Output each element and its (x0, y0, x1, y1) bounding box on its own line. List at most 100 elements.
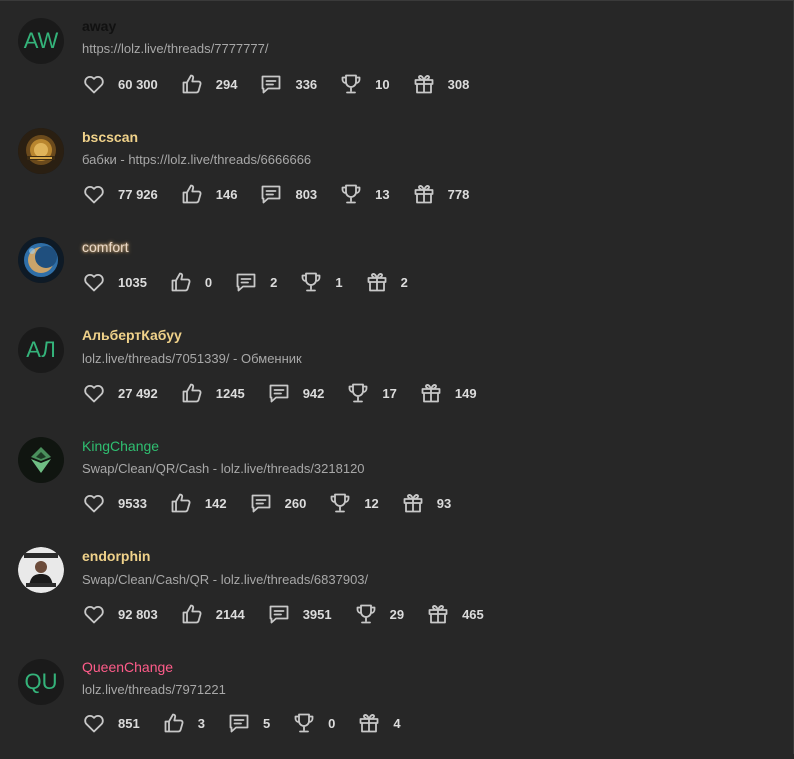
user-stats: 9533 142 260 12 93 (82, 491, 473, 515)
message-icon (259, 72, 283, 96)
avatar[interactable] (18, 437, 64, 483)
trophy-icon (339, 182, 363, 206)
stat-messages: 336 (259, 72, 317, 96)
avatar[interactable]: QU (18, 659, 64, 705)
likes-count: 27 492 (118, 385, 158, 401)
gift-icon (412, 72, 436, 96)
user-stats: 77 926 146 803 13 778 (82, 182, 491, 206)
user-card: endorphin Swap/Clean/Cash/QR - lolz.live… (0, 547, 790, 647)
likes-count: 92 803 (118, 606, 158, 622)
stat-gifts: 778 (412, 182, 470, 206)
trophy-icon (299, 270, 323, 294)
stat-sympathy: 1245 (180, 381, 245, 405)
avatar[interactable] (18, 128, 64, 174)
sympathy-count: 146 (215, 186, 238, 202)
trophies-count: 1 (335, 274, 343, 290)
endorphin-photo-icon (18, 547, 64, 593)
messages-count: 942 (302, 385, 325, 401)
thumbs-up-icon (180, 72, 204, 96)
stat-likes: 851 (82, 711, 140, 735)
heart-icon (82, 182, 106, 206)
stat-sympathy: 142 (169, 491, 227, 515)
stat-trophies: 10 (339, 72, 390, 96)
frame-top-border (0, 0, 794, 1)
gift-icon (365, 270, 389, 294)
kingchange-logo-icon (18, 437, 64, 483)
stat-trophies: 13 (339, 182, 390, 206)
stat-trophies: 1 (299, 270, 343, 294)
avatar[interactable]: АЛ (18, 327, 64, 373)
sympathy-count: 0 (204, 274, 213, 290)
gifts-count: 93 (436, 495, 452, 511)
stat-messages: 2 (234, 270, 277, 294)
stat-sympathy: 0 (169, 270, 212, 294)
stat-messages: 942 (267, 381, 325, 405)
messages-count: 260 (284, 495, 307, 511)
avatar-initials: QU (24, 669, 58, 694)
username[interactable]: endorphin (82, 548, 150, 564)
username[interactable]: АльбертКабуу (82, 327, 182, 343)
gifts-count: 4 (393, 715, 401, 731)
thumbs-up-icon (169, 491, 193, 515)
stat-messages: 3951 (267, 602, 332, 626)
stat-likes: 9533 (82, 491, 147, 515)
trophy-icon (292, 711, 316, 735)
gift-icon (412, 182, 436, 206)
likes-count: 851 (118, 715, 140, 731)
trophies-count: 12 (364, 495, 379, 511)
username[interactable]: away (82, 18, 116, 34)
user-card: comfort 1035 0 2 1 2 (0, 237, 790, 337)
stat-gifts: 308 (412, 72, 469, 96)
avatar-initials: АЛ (26, 337, 56, 362)
status-text: Swap/Clean/QR/Cash - lolz.live/threads/3… (82, 461, 365, 476)
gifts-count: 778 (447, 186, 470, 202)
message-icon (227, 711, 251, 735)
gifts-count: 149 (454, 385, 477, 401)
trophies-count: 29 (389, 606, 405, 622)
message-icon (259, 182, 283, 206)
stat-messages: 803 (259, 182, 317, 206)
stat-gifts: 93 (401, 491, 451, 515)
thumbs-up-icon (180, 381, 204, 405)
gift-icon (357, 711, 381, 735)
stat-likes: 77 926 (82, 182, 158, 206)
stat-sympathy: 2144 (180, 602, 245, 626)
comfort-moon-icon (18, 237, 64, 283)
username[interactable]: KingChange (82, 438, 159, 454)
username[interactable]: bscscan (82, 129, 138, 145)
stat-likes: 1035 (82, 270, 147, 294)
message-icon (249, 491, 273, 515)
user-stats: 851 3 5 0 4 (82, 711, 423, 735)
username[interactable]: comfort (82, 239, 129, 255)
messages-count: 803 (295, 186, 318, 202)
thumbs-up-icon (169, 270, 193, 294)
messages-count: 3951 (302, 606, 332, 622)
heart-icon (82, 491, 106, 515)
messages-count: 5 (262, 715, 271, 731)
trophy-icon (328, 491, 352, 515)
avatar[interactable] (18, 547, 64, 593)
stat-trophies: 12 (328, 491, 379, 515)
gift-icon (426, 602, 450, 626)
stat-trophies: 29 (354, 602, 404, 626)
trophies-count: 0 (328, 715, 336, 731)
sympathy-count: 294 (215, 76, 238, 92)
avatar[interactable]: AW (18, 18, 64, 64)
avatar[interactable] (18, 237, 64, 283)
stat-messages: 5 (227, 711, 270, 735)
sympathy-count: 2144 (215, 606, 245, 622)
stat-trophies: 0 (292, 711, 335, 735)
heart-icon (82, 72, 106, 96)
thumbs-up-icon (162, 711, 186, 735)
user-stats: 27 492 1245 942 17 149 (82, 381, 499, 405)
username[interactable]: QueenChange (82, 659, 173, 675)
user-card: QU QueenChange lolz.live/threads/7971221… (0, 659, 790, 759)
heart-icon (82, 602, 106, 626)
likes-count: 1035 (118, 274, 147, 290)
likes-count: 9533 (118, 495, 147, 511)
message-icon (267, 381, 291, 405)
stat-messages: 260 (249, 491, 307, 515)
heart-icon (82, 711, 106, 735)
message-icon (267, 602, 291, 626)
stat-gifts: 2 (365, 270, 408, 294)
